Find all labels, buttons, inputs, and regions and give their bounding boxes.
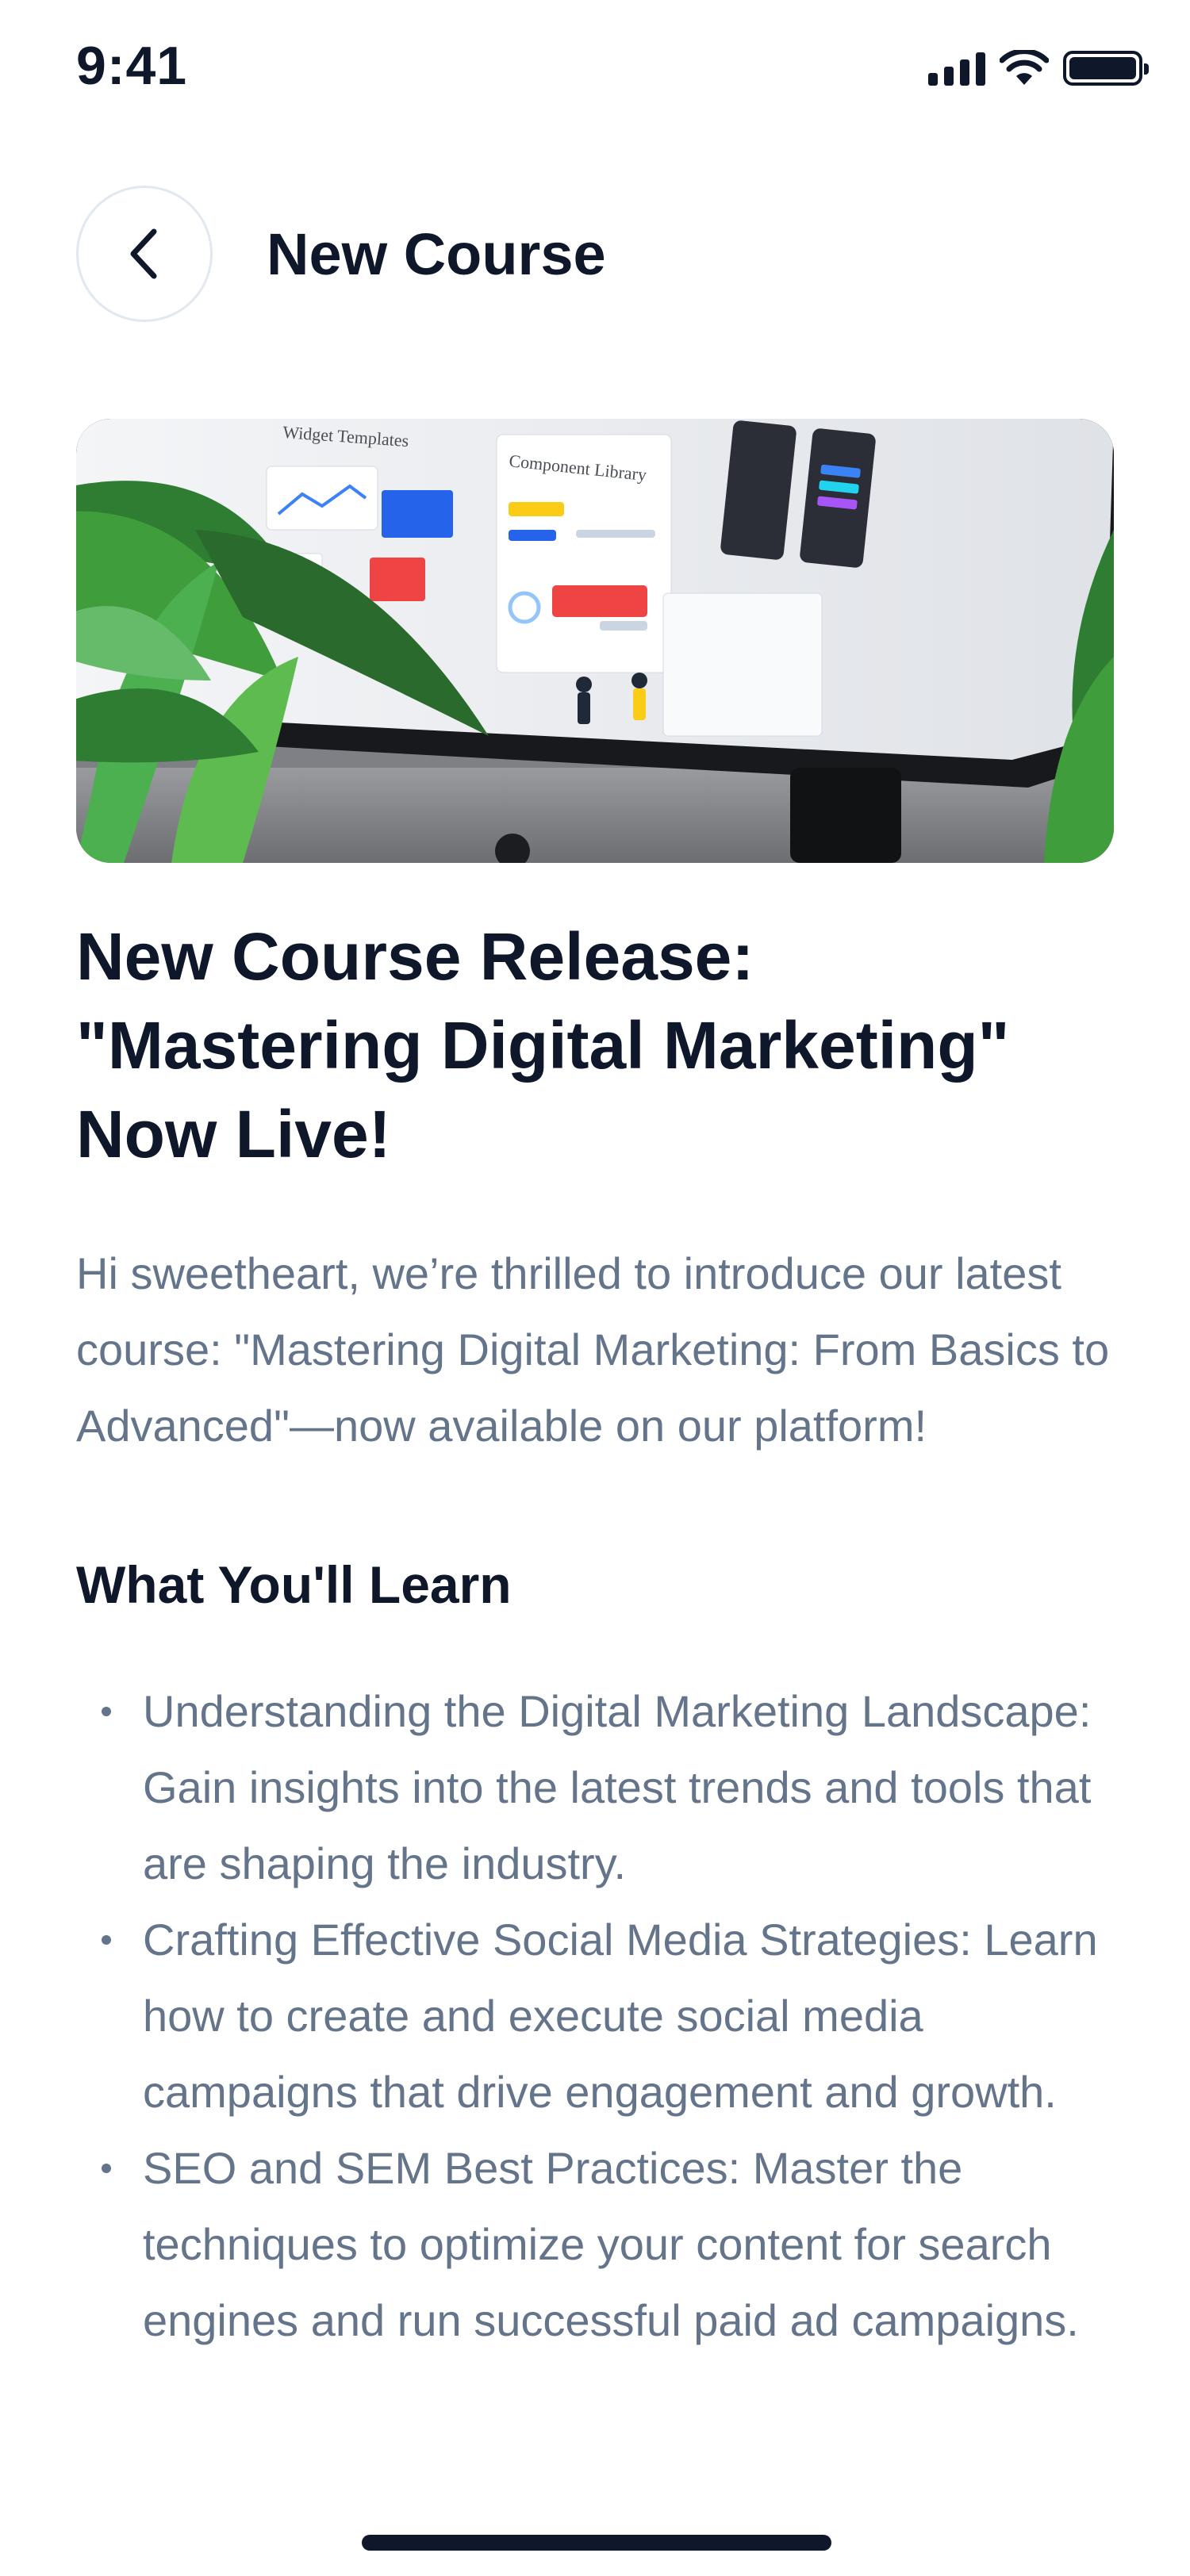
article: New Course Release: "Mastering Digital M… [76, 912, 1114, 2359]
status-bar: 9:41 [0, 0, 1190, 143]
chevron-left-icon [130, 228, 157, 279]
list-item: Crafting Effective Social Media Strategi… [76, 1902, 1114, 2130]
home-indicator[interactable] [362, 2535, 831, 2551]
wifi-icon [1000, 50, 1049, 85]
list-item: Understanding the Digital Marketing Land… [76, 1673, 1114, 1902]
cellular-signal-icon [928, 51, 985, 86]
status-icons [928, 44, 1149, 92]
back-button[interactable] [76, 186, 213, 322]
article-intro: Hi sweetheart, we’re thrilled to introdu… [76, 1248, 1110, 1451]
battery-icon [1063, 51, 1149, 86]
page-title: New Course [267, 220, 606, 287]
status-time: 9:41 [76, 36, 188, 96]
header: New Course [76, 184, 1114, 324]
list-item: SEO and SEM Best Practices: Master the t… [76, 2130, 1114, 2359]
learning-points-list: Understanding the Digital Marketing Land… [76, 1673, 1114, 2359]
section-title-what-youll-learn: What You'll Learn [76, 1555, 512, 1614]
course-hero-image: Widget Templates Component Library [76, 419, 1114, 863]
article-title: New Course Release: "Mastering Digital M… [76, 919, 1010, 1171]
